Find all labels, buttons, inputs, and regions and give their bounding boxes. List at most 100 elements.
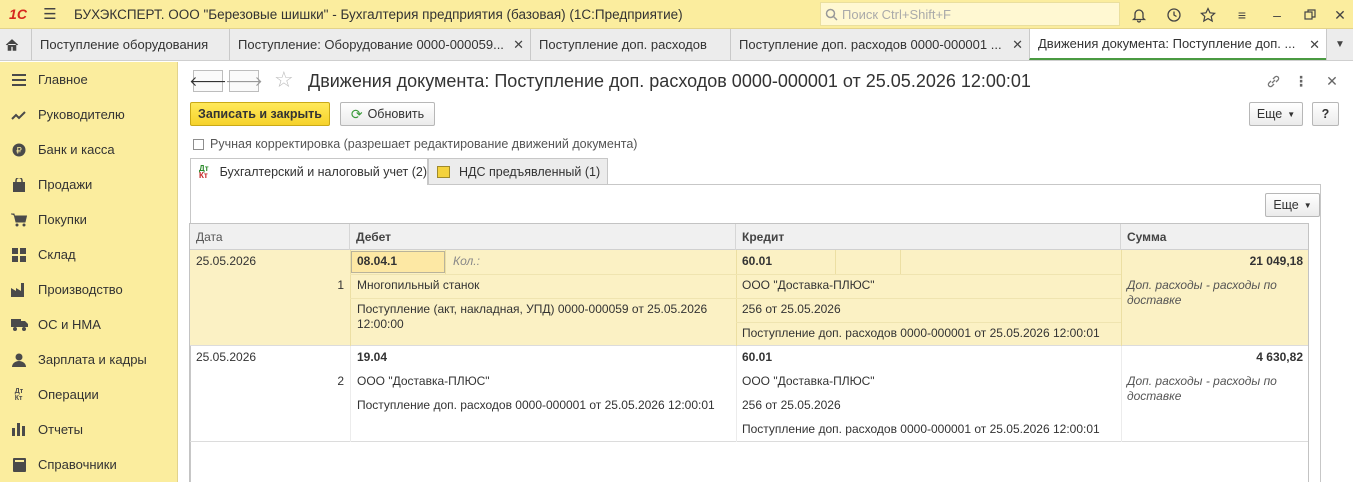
close-tab-icon[interactable]: ✕: [1012, 37, 1023, 53]
tab-equipment-receipt-doc[interactable]: Поступление: Оборудование 0000-000059...…: [229, 29, 530, 60]
sidebar-item-bank[interactable]: ₽ Банк и касса: [0, 132, 178, 167]
favorite-star-icon[interactable]: ☆: [274, 69, 294, 91]
shopping-bag-icon: [0, 177, 38, 192]
sidebar-item-label: Справочники: [38, 457, 117, 472]
sidebar-item-label: Покупки: [38, 212, 87, 227]
settings-menu-icon[interactable]: ≡: [1231, 4, 1253, 26]
app-title: БУХЭКСПЕРТ. ООО "Березовые шишки" - Бухг…: [74, 6, 683, 22]
favorites-star-icon[interactable]: [1197, 4, 1219, 26]
tab-label: Поступление: Оборудование 0000-000059...: [238, 37, 504, 52]
more-actions-icon[interactable]: ⋮: [1291, 71, 1311, 91]
restore-window-icon[interactable]: [1299, 4, 1321, 26]
person-icon: [0, 353, 38, 367]
search-icon: [825, 8, 838, 21]
row-content: Доп. расходы - расходы по доставке: [1127, 374, 1277, 403]
close-window-icon[interactable]: ✕: [1329, 4, 1351, 26]
table-header: Дата Дебет Кредит Сумма: [190, 224, 1308, 250]
sidebar-item-manager[interactable]: Руководителю: [0, 97, 178, 132]
refresh-button[interactable]: ⟳ Обновить: [340, 102, 435, 126]
tab-label: Поступление оборудования: [40, 37, 209, 52]
home-icon[interactable]: [0, 29, 24, 60]
col-debit[interactable]: Дебет: [350, 224, 736, 250]
col-date[interactable]: Дата: [190, 224, 350, 250]
page-title: Движения документа: Поступление доп. рас…: [308, 71, 1031, 91]
sidebar-item-label: Руководителю: [38, 107, 125, 122]
debit-subconto-2: Поступление (акт, накладная, УПД) 0000-0…: [357, 302, 708, 331]
main-menu-icon[interactable]: ☰: [36, 5, 64, 23]
sidebar-item-operations[interactable]: Дт Кт Операции: [0, 377, 178, 412]
app-logo: 1С: [9, 6, 27, 22]
sidebar-item-label: Продажи: [38, 177, 93, 192]
sidebar-item-production[interactable]: Производство: [0, 272, 178, 307]
debit-subconto-1: Многопильный станок: [357, 278, 480, 292]
tab-accounting[interactable]: Дт Кт Бухгалтерский и налоговый учет (2): [190, 158, 428, 185]
grid-more-button[interactable]: Еще ▼: [1265, 193, 1320, 217]
table-row[interactable]: 25.05.2026 08.04.1 Кол.: 60.01 21 049,18…: [190, 250, 1308, 346]
sidebar-item-sales[interactable]: Продажи: [0, 167, 178, 202]
back-button[interactable]: 🡐: [189, 70, 227, 92]
bar-chart-icon: [0, 423, 38, 436]
credit-subconto-2: 256 от 25.05.2026: [742, 302, 841, 316]
line-number: 2: [337, 374, 344, 388]
col-credit[interactable]: Кредит: [736, 224, 1121, 250]
col-amount[interactable]: Сумма: [1121, 224, 1308, 250]
manual-edit-label: Ручная корректировка (разрешает редактир…: [210, 137, 638, 151]
menu-lines-icon: [0, 73, 38, 86]
credit-subconto-3: Поступление доп. расходов 0000-000001 от…: [742, 326, 1100, 340]
tab-equipment-receipt[interactable]: Поступление оборудования: [31, 29, 229, 60]
row-amount: 4 630,82: [1256, 350, 1303, 364]
more-label: Еще: [1273, 198, 1299, 212]
sidebar-item-label: Банк и касса: [38, 142, 115, 157]
truck-icon: [0, 318, 38, 331]
bell-icon[interactable]: [1128, 4, 1150, 26]
sidebar-item-purchases[interactable]: Покупки: [0, 202, 178, 237]
movements-table[interactable]: Дата Дебет Кредит Сумма 25.05.2026 08.04…: [189, 223, 1309, 482]
sidebar-item-label: Главное: [38, 72, 88, 87]
history-icon[interactable]: [1163, 4, 1185, 26]
sidebar-item-fixed-assets[interactable]: ОС и НМА: [0, 307, 178, 342]
credit-subconto-2: 256 от 25.05.2026: [742, 398, 841, 412]
manual-edit-checkbox[interactable]: Ручная корректировка (разрешает редактир…: [193, 137, 637, 151]
row-content: Доп. расходы - расходы по доставке: [1127, 278, 1277, 307]
sidebar-item-label: ОС и НМА: [38, 317, 101, 332]
credit-subconto-1: ООО "Доставка-ПЛЮС": [742, 374, 875, 388]
chevron-down-icon: ▼: [1287, 109, 1296, 119]
debit-subconto-1: ООО "Доставка-ПЛЮС": [357, 374, 490, 388]
sidebar-item-warehouse[interactable]: Склад: [0, 237, 178, 272]
sidebar-item-salary[interactable]: Зарплата и кадры: [0, 342, 178, 377]
tab-label: Поступление доп. расходов: [539, 37, 707, 52]
sidebar-item-reports[interactable]: Отчеты: [0, 412, 178, 447]
table-row[interactable]: 25.05.2026 19.04 60.01 4 630,82 2 ООО "Д…: [190, 346, 1308, 442]
refresh-label: Обновить: [367, 107, 425, 121]
minimize-icon[interactable]: –: [1266, 4, 1288, 26]
tabs-dropdown-icon[interactable]: ▼: [1326, 29, 1353, 60]
close-form-icon[interactable]: ✕: [1322, 71, 1342, 91]
close-tab-icon[interactable]: ✕: [513, 37, 524, 53]
sidebar-item-main[interactable]: Главное: [0, 62, 178, 97]
sidebar-item-label: Производство: [38, 282, 123, 297]
close-tab-icon[interactable]: ✕: [1309, 37, 1320, 53]
sidebar-item-label: Операции: [38, 387, 99, 402]
search-placeholder: Поиск Ctrl+Shift+F: [842, 6, 951, 22]
tab-vat[interactable]: НДС предъявленный (1): [428, 158, 608, 184]
forward-button[interactable]: 🡒: [225, 70, 263, 92]
link-icon[interactable]: [1263, 71, 1283, 91]
tab-label: Поступление доп. расходов 0000-000001 ..…: [739, 37, 1002, 52]
sidebar-item-directories[interactable]: Справочники: [0, 447, 178, 482]
credit-account: 60.01: [742, 350, 773, 364]
tab-document-movements[interactable]: Движения документа: Поступление доп. ...…: [1029, 29, 1326, 60]
more-label: Еще: [1256, 107, 1283, 121]
more-button[interactable]: Еще ▼: [1249, 102, 1303, 126]
debit-credit-icon: Дт Кт: [14, 387, 24, 402]
cart-icon: [0, 213, 38, 227]
debit-subconto-2: Поступление доп. расходов 0000-000001 от…: [357, 398, 715, 412]
sidebar: Главное Руководителю ₽ Банк и касса Прод…: [0, 62, 178, 482]
sidebar-item-label: Зарплата и кадры: [38, 352, 147, 367]
tab-extra-costs-list[interactable]: Поступление доп. расходов: [530, 29, 730, 60]
help-button[interactable]: ?: [1312, 102, 1339, 126]
search-input[interactable]: Поиск Ctrl+Shift+F: [820, 2, 1120, 26]
tab-extra-costs-doc[interactable]: Поступление доп. расходов 0000-000001 ..…: [730, 29, 1029, 60]
checkbox-box[interactable]: [193, 138, 204, 150]
credit-account: 60.01: [742, 254, 773, 268]
save-and-close-button[interactable]: Записать и закрыть: [190, 102, 330, 126]
